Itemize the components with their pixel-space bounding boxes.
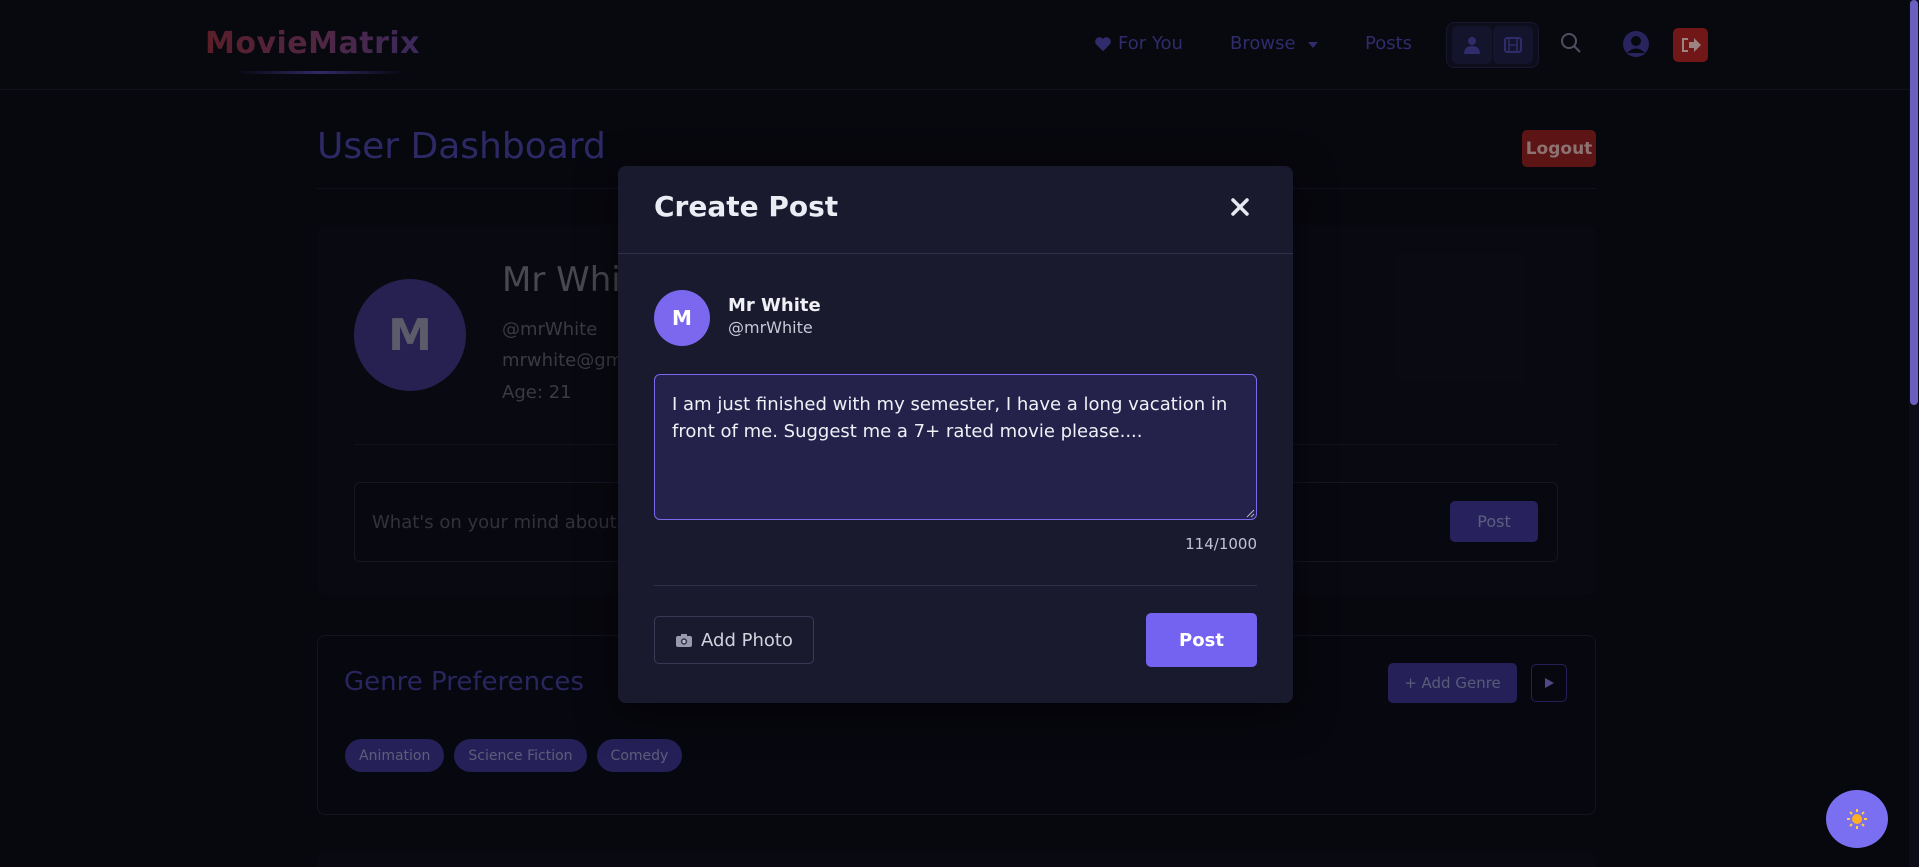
- theme-toggle-button[interactable]: [1826, 790, 1888, 848]
- modal-avatar: M: [654, 290, 710, 346]
- modal-username: @mrWhite: [728, 318, 813, 337]
- create-post-modal: Create Post M Mr White @mrWhite I am jus…: [618, 166, 1293, 703]
- add-photo-button[interactable]: Add Photo: [654, 616, 814, 664]
- character-count: 114/1000: [1185, 535, 1257, 553]
- modal-divider: [654, 585, 1257, 586]
- post-textarea[interactable]: I am just finished with my semester, I h…: [654, 374, 1257, 520]
- modal-title: Create Post: [654, 190, 839, 223]
- post-submit-button[interactable]: Post: [1146, 613, 1257, 667]
- resize-grip-icon[interactable]: [1245, 508, 1255, 518]
- add-photo-label: Add Photo: [701, 629, 793, 651]
- close-icon: [1231, 198, 1249, 216]
- scrollbar-thumb[interactable]: [1910, 0, 1918, 405]
- camera-icon: [676, 633, 693, 647]
- scrollbar[interactable]: [1909, 0, 1919, 867]
- close-button[interactable]: [1225, 192, 1255, 222]
- modal-header: Create Post: [618, 166, 1293, 254]
- modal-user-name: Mr White: [728, 295, 821, 316]
- sun-icon: [1847, 809, 1867, 829]
